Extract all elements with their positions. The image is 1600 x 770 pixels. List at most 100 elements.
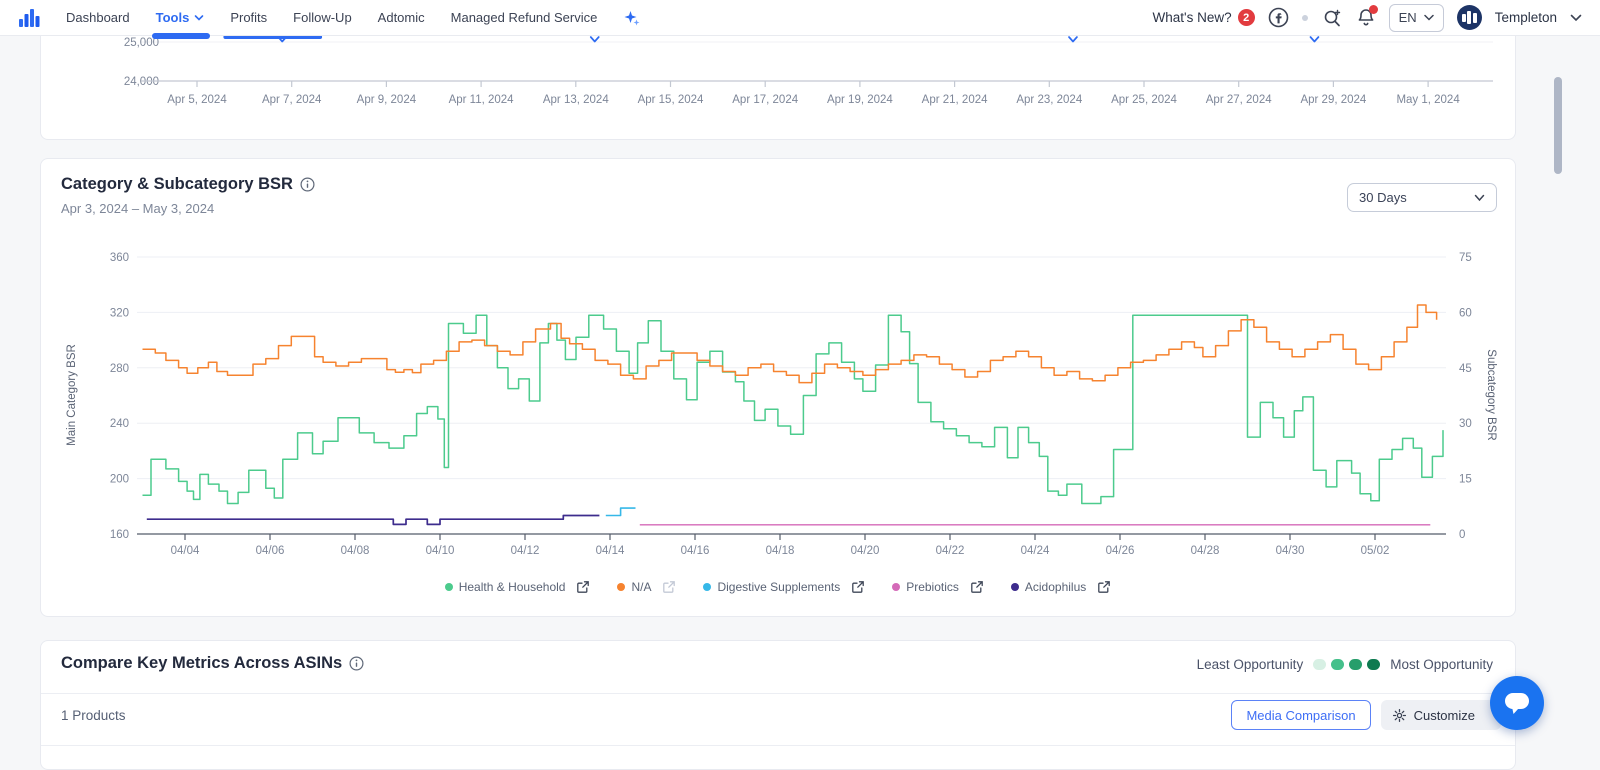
legend-item[interactable]: Prebiotics [892, 580, 984, 594]
nav-items: Dashboard Tools Profits Follow-Up Adtomic Man… [66, 10, 598, 39]
search-sparkle-icon[interactable] [1321, 7, 1343, 29]
legend-dot [1010, 583, 1019, 591]
svg-text:04/20: 04/20 [851, 545, 880, 557]
svg-text:04/30: 04/30 [1276, 545, 1305, 557]
legend-label: Digestive Supplements [717, 580, 841, 594]
nav-item-follow-up[interactable]: Follow-Up [293, 10, 352, 25]
sales-mini-chart[interactable]: 25,00024,000Apr 5, 2024 Apr 7, 2024 Apr 9,… [41, 33, 1515, 138]
svg-text:320: 320 [110, 307, 129, 319]
period-value: 30 Days [1359, 190, 1407, 205]
customize-button[interactable]: Customize [1380, 700, 1501, 730]
legend-item[interactable]: Health & Household [444, 580, 591, 594]
divider [41, 693, 1515, 694]
nav-item-label: Adtomic [377, 10, 425, 25]
sales-chart-card-partial: 25,000 24,000 Apr 5, 2024 Apr 7, 2024 Apr 9,… [40, 33, 1516, 140]
legend-item[interactable]: N/A [617, 580, 676, 594]
nav-item-profits[interactable]: Profits [230, 10, 267, 25]
opportunity-scale: Least Opportunity Most Opportunity [1197, 657, 1493, 672]
opportunity-dot [1349, 659, 1363, 670]
legend-item[interactable]: Acidophilus [1010, 580, 1111, 594]
account-avatar[interactable] [1456, 5, 1482, 30]
bsr-card: Category & Subcategory BSR Apr 3, 2024 –… [40, 158, 1516, 617]
legend-dot [703, 583, 712, 591]
opportunity-dots [1313, 659, 1381, 670]
svg-text:Apr 15, 2024: Apr 15, 2024 [638, 94, 704, 106]
compare-metrics-card: Compare Key Metrics Across ASINs Least O… [40, 640, 1516, 770]
opportunity-dot [1331, 659, 1345, 670]
bsr-date-range: Apr 3, 2024 – May 3, 2024 [61, 201, 215, 216]
app-logo-icon[interactable] [18, 7, 40, 29]
svg-text:Apr 7, 2024: Apr 7, 2024 [262, 94, 322, 106]
legend-item[interactable]: Digestive Supplements [703, 580, 865, 594]
whats-new-link[interactable]: What's New? 2 [1153, 9, 1255, 26]
svg-text:04/18: 04/18 [766, 545, 795, 557]
svg-text:Apr 9, 2024: Apr 9, 2024 [357, 94, 417, 106]
nav-item-tools[interactable]: Tools [151, 10, 210, 39]
chevron-down-icon [195, 14, 204, 21]
compare-title: Compare Key Metrics Across ASINs [61, 654, 343, 672]
external-link-icon[interactable] [1097, 580, 1111, 594]
svg-text:04/16: 04/16 [681, 545, 710, 557]
legend-dot [892, 583, 901, 591]
svg-text:Subcategory BSR: Subcategory BSR [1485, 349, 1497, 440]
nav-item-adtomic[interactable]: Adtomic [378, 10, 425, 25]
chevron-down-icon [1423, 14, 1434, 21]
account-name[interactable]: Templeton [1495, 10, 1557, 25]
svg-text:Apr 13, 2024: Apr 13, 2024 [543, 94, 609, 106]
whats-new-badge: 2 [1237, 9, 1255, 26]
svg-text:04/14: 04/14 [596, 545, 625, 557]
bsr-chart[interactable]: 360 320 280 240 200 160 75 60 45 30 15 0 04/04 04/06 0… [41, 237, 1515, 567]
external-link-icon[interactable] [970, 580, 984, 594]
media-comparison-button[interactable]: Media Comparison [1231, 700, 1371, 730]
svg-text:04/10: 04/10 [426, 545, 455, 557]
nav-item-label: Dashboard [66, 10, 130, 25]
svg-text:04/22: 04/22 [936, 545, 965, 557]
legend-label: Acidophilus [1024, 580, 1087, 594]
chat-widget-button[interactable] [1490, 676, 1544, 730]
svg-text:Apr 11, 2024: Apr 11, 2024 [449, 94, 515, 106]
status-dot [1301, 14, 1308, 21]
external-link-icon[interactable] [576, 580, 590, 594]
nav-item-label: Tools [155, 10, 190, 25]
svg-text:160: 160 [110, 529, 129, 541]
external-link-icon[interactable] [851, 580, 865, 594]
svg-text:45: 45 [1459, 363, 1472, 375]
chevron-down-icon[interactable] [1570, 14, 1582, 22]
info-icon[interactable] [300, 177, 315, 192]
bsr-legend: Health & Household N/A Digestive Supplemen… [41, 580, 1515, 594]
nav-item-dashboard[interactable]: Dashboard [66, 10, 130, 25]
svg-text:04/04: 04/04 [171, 545, 200, 557]
period-dropdown[interactable]: 30 Days [1347, 183, 1497, 212]
svg-text:280: 280 [110, 363, 129, 375]
svg-text:Apr 25, 2024: Apr 25, 2024 [1111, 94, 1177, 106]
notification-dot [1368, 5, 1378, 14]
facebook-icon[interactable] [1268, 7, 1289, 28]
chevron-down-icon [1474, 194, 1485, 201]
legend-dot [444, 583, 453, 591]
nav-item-managed-refund-service[interactable]: Managed Refund Service [451, 10, 598, 25]
legend-label: Health & Household [458, 580, 566, 594]
opportunity-dot [1367, 659, 1381, 670]
opportunity-dot [1313, 659, 1327, 670]
top-nav: Dashboard Tools Profits Follow-Up Adtomic Man… [0, 0, 1600, 39]
divider [41, 745, 1515, 746]
language-select[interactable]: EN [1388, 3, 1444, 32]
info-icon[interactable] [349, 656, 364, 671]
legend-label: N/A [631, 580, 652, 594]
svg-text:Apr 19, 2024: Apr 19, 2024 [827, 94, 893, 106]
nav-item-label: Profits [230, 10, 268, 25]
sparkle-icon[interactable] [623, 9, 641, 27]
svg-text:Apr 29, 2024: Apr 29, 2024 [1300, 94, 1366, 106]
svg-text:Apr 21, 2024: Apr 21, 2024 [922, 94, 988, 106]
svg-text:Apr 27, 2024: Apr 27, 2024 [1206, 94, 1272, 106]
svg-text:Main Category BSR: Main Category BSR [66, 344, 78, 446]
page-scrollbar-thumb[interactable] [1554, 77, 1562, 174]
svg-text:75: 75 [1459, 252, 1472, 264]
svg-text:Apr 17, 2024: Apr 17, 2024 [732, 94, 798, 106]
svg-text:0: 0 [1459, 529, 1465, 541]
nav-item-label: Managed Refund Service [450, 10, 598, 25]
gear-icon [1392, 708, 1406, 722]
svg-text:60: 60 [1459, 307, 1472, 319]
svg-text:30: 30 [1459, 418, 1472, 430]
external-link-icon[interactable] [662, 580, 676, 594]
